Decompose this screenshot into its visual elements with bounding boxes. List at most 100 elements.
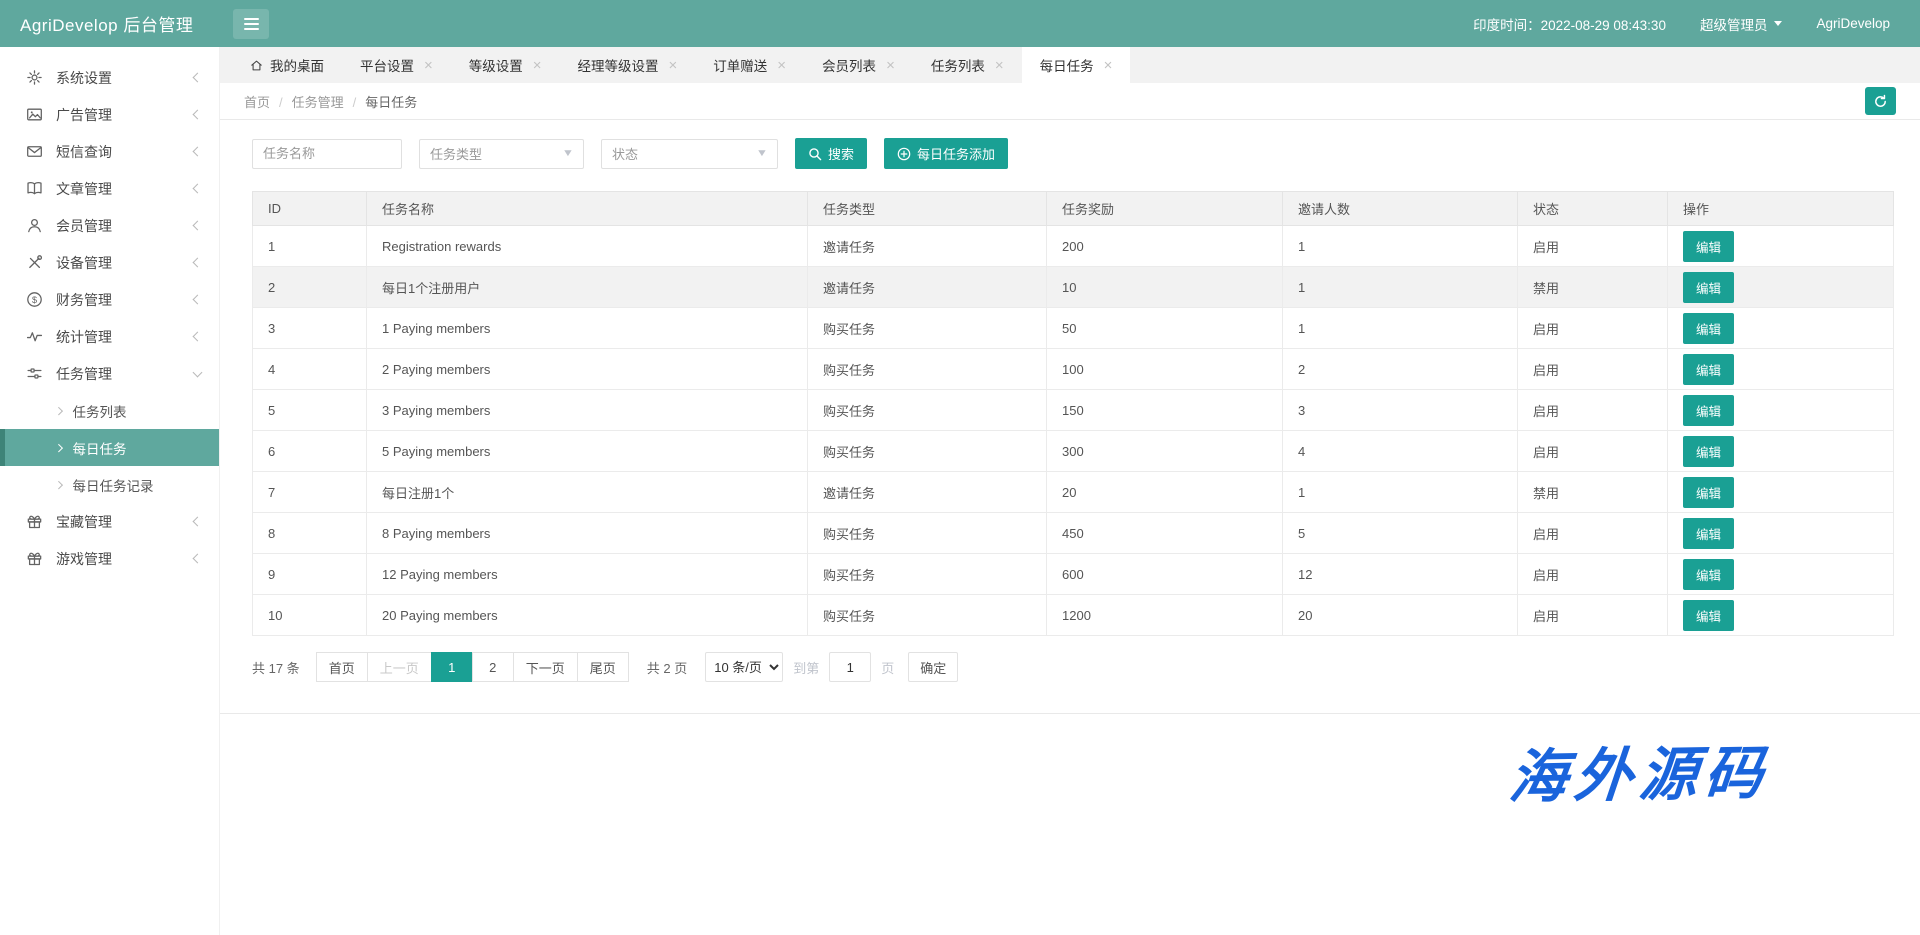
- page-button-page-2[interactable]: 2: [472, 652, 514, 682]
- goto-confirm-button[interactable]: 确定: [908, 652, 958, 682]
- cell-status: 禁用: [1518, 267, 1668, 308]
- goto-suffix: 页: [881, 658, 894, 677]
- sidebar-item-ad-management[interactable]: 广告管理: [0, 96, 219, 133]
- cell-status: 启用: [1518, 554, 1668, 595]
- chevron-down-icon: ▼: [756, 148, 768, 159]
- sidebar-item-task-list[interactable]: 任务列表: [0, 392, 219, 429]
- edit-button[interactable]: 编辑: [1683, 231, 1734, 262]
- chevron-left-icon: [193, 221, 203, 231]
- tab-manager-level-settings[interactable]: 经理等级设置×: [560, 47, 696, 83]
- close-icon[interactable]: ×: [424, 58, 433, 73]
- sidebar-item-sms-query[interactable]: 短信查询: [0, 133, 219, 170]
- cell-invites: 3: [1283, 390, 1518, 431]
- page-button-last[interactable]: 尾页: [577, 652, 629, 682]
- chevron-down-icon: ▼: [562, 148, 574, 159]
- cell-task-name: 8 Paying members: [367, 513, 808, 554]
- cell-status: 启用: [1518, 431, 1668, 472]
- image-icon: [26, 106, 43, 123]
- page-button-first[interactable]: 首页: [316, 652, 368, 682]
- tab-platform-settings[interactable]: 平台设置×: [342, 47, 451, 83]
- edit-button[interactable]: 编辑: [1683, 600, 1734, 631]
- sidebar-item-daily-task-record[interactable]: 每日任务记录: [0, 466, 219, 503]
- cell-status: 禁用: [1518, 472, 1668, 513]
- cell-invites: 12: [1283, 554, 1518, 595]
- goto-page-input[interactable]: [829, 652, 871, 682]
- add-daily-task-button[interactable]: 每日任务添加: [884, 138, 1008, 169]
- breadcrumb-task-management[interactable]: 任务管理: [292, 95, 344, 110]
- chevron-left-icon: [193, 554, 203, 564]
- home-icon: [250, 59, 263, 72]
- gear-icon: [26, 69, 43, 86]
- cell-task-type: 购买任务: [808, 513, 1047, 554]
- cell-id: 7: [253, 472, 367, 513]
- admin-name[interactable]: AgriDevelop: [1816, 16, 1890, 31]
- mail-icon: [26, 143, 43, 160]
- edit-button[interactable]: 编辑: [1683, 518, 1734, 549]
- close-icon[interactable]: ×: [669, 58, 678, 73]
- tab-daily-task[interactable]: 每日任务×: [1022, 47, 1131, 83]
- table-row: 2每日1个注册用户邀请任务101禁用编辑: [253, 267, 1894, 308]
- svg-text:$: $: [32, 295, 37, 305]
- page-button-prev[interactable]: 上一页: [367, 652, 432, 682]
- topbar: AgriDevelop 后台管理 印度时间：2022-08-29 08:43:3…: [0, 0, 1920, 47]
- cell-actions: 编辑: [1668, 308, 1894, 349]
- per-page-select[interactable]: 10 条/页: [705, 652, 783, 682]
- chevron-left-icon: [193, 258, 203, 268]
- user-icon: [26, 217, 43, 234]
- cell-task-name: 5 Paying members: [367, 431, 808, 472]
- sidebar-item-game-management[interactable]: 游戏管理: [0, 540, 219, 577]
- cell-status: 启用: [1518, 595, 1668, 636]
- plus-circle-icon: [897, 147, 911, 161]
- close-icon[interactable]: ×: [886, 58, 895, 73]
- search-button[interactable]: 搜索: [795, 138, 867, 169]
- cell-actions: 编辑: [1668, 349, 1894, 390]
- close-icon[interactable]: ×: [995, 58, 1004, 73]
- tab-level-settings[interactable]: 等级设置×: [451, 47, 560, 83]
- hamburger-menu-icon[interactable]: [233, 9, 269, 39]
- sidebar-item-member-management[interactable]: 会员管理: [0, 207, 219, 244]
- close-icon[interactable]: ×: [533, 58, 542, 73]
- edit-button[interactable]: 编辑: [1683, 395, 1734, 426]
- edit-button[interactable]: 编辑: [1683, 313, 1734, 344]
- tab-task-list[interactable]: 任务列表×: [913, 47, 1022, 83]
- cell-reward: 450: [1047, 513, 1283, 554]
- edit-button[interactable]: 编辑: [1683, 477, 1734, 508]
- page-button-next[interactable]: 下一页: [513, 652, 578, 682]
- sidebar-item-finance-management[interactable]: $财务管理: [0, 281, 219, 318]
- breadcrumb-home[interactable]: 首页: [244, 95, 270, 110]
- tab-order-gift[interactable]: 订单赠送×: [695, 47, 804, 83]
- sidebar-item-stats-management[interactable]: 统计管理: [0, 318, 219, 355]
- column-header: 任务类型: [808, 192, 1047, 226]
- sidebar-item-device-management[interactable]: 设备管理: [0, 244, 219, 281]
- task-type-select[interactable]: 任务类型▼: [419, 139, 584, 169]
- app-title: AgriDevelop 后台管理: [0, 11, 220, 36]
- book-icon: [26, 180, 43, 197]
- tab-my-desktop[interactable]: 我的桌面: [232, 47, 342, 83]
- chevron-left-icon: [193, 110, 203, 120]
- close-icon[interactable]: ×: [777, 58, 786, 73]
- refresh-button[interactable]: [1865, 87, 1896, 115]
- sidebar-item-treasure-management[interactable]: 宝藏管理: [0, 503, 219, 540]
- column-header: ID: [253, 192, 367, 226]
- admin-role-dropdown[interactable]: 超级管理员: [1700, 14, 1783, 34]
- tab-member-list[interactable]: 会员列表×: [804, 47, 913, 83]
- status-select[interactable]: 状态▼: [601, 139, 778, 169]
- tab-bar: 我的桌面平台设置×等级设置×经理等级设置×订单赠送×会员列表×任务列表×每日任务…: [220, 47, 1920, 83]
- sidebar-item-task-management[interactable]: 任务管理: [0, 355, 219, 392]
- cell-actions: 编辑: [1668, 595, 1894, 636]
- watermark: 海外源码: [1506, 726, 1774, 815]
- edit-button[interactable]: 编辑: [1683, 436, 1734, 467]
- page-button-page-1[interactable]: 1: [431, 652, 473, 682]
- edit-button[interactable]: 编辑: [1683, 559, 1734, 590]
- edit-button[interactable]: 编辑: [1683, 354, 1734, 385]
- chevron-right-icon: [55, 444, 63, 452]
- close-icon[interactable]: ×: [1104, 58, 1113, 73]
- sidebar-item-daily-task[interactable]: 每日任务: [0, 429, 219, 466]
- cell-task-type: 购买任务: [808, 390, 1047, 431]
- sidebar-item-system-settings[interactable]: 系统设置: [0, 59, 219, 96]
- sidebar-item-article-management[interactable]: 文章管理: [0, 170, 219, 207]
- edit-button[interactable]: 编辑: [1683, 272, 1734, 303]
- cell-invites: 20: [1283, 595, 1518, 636]
- goto-prefix: 到第: [793, 658, 819, 677]
- task-name-input[interactable]: [252, 139, 402, 169]
